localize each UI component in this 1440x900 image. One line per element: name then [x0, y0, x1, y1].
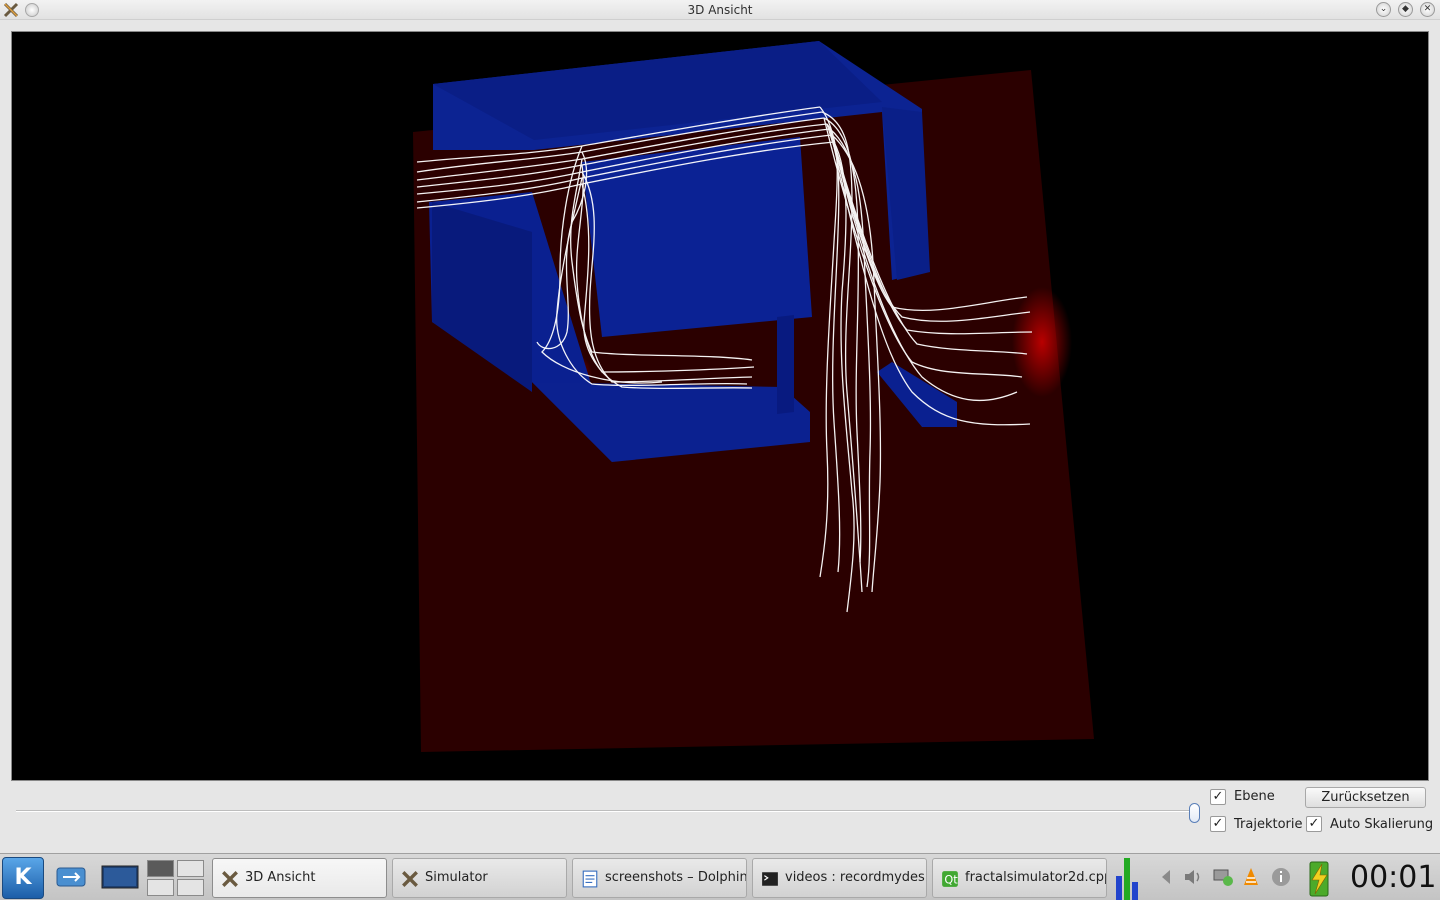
tray-expand-arrow-icon[interactable]: [1156, 866, 1178, 888]
reset-button[interactable]: Zurücksetzen: [1305, 787, 1426, 808]
task-label: videos : recordmydesktop: [785, 870, 926, 885]
close-button[interactable]: ✕: [1420, 2, 1435, 17]
3d-scene: [413, 41, 1094, 752]
system-monitor-icon[interactable]: [1114, 856, 1140, 900]
task-qt-creator[interactable]: Qt fractalsimulator2d.cpp: [932, 858, 1107, 898]
center-pillar: [777, 315, 794, 414]
task-label: fractalsimulator2d.cpp: [965, 870, 1107, 885]
check-icon: ✓: [1212, 816, 1224, 831]
view-controls: ✓ Ebene ✓ Trajektorie ✓ Auto Skalierung …: [0, 781, 1440, 853]
check-icon: ✓: [1212, 789, 1224, 804]
minimize-button[interactable]: ⌄: [1376, 2, 1391, 17]
desktop-3[interactable]: [147, 879, 174, 896]
device-notifier-icon[interactable]: [54, 862, 88, 892]
window-titlebar[interactable]: 3D Ansicht ⌄ ◆ ✕: [0, 0, 1440, 20]
task-simulator[interactable]: Simulator: [392, 858, 567, 898]
notifications-info-icon[interactable]: [1270, 866, 1292, 888]
volume-icon[interactable]: [1182, 866, 1204, 888]
dolphin-icon: [582, 870, 598, 888]
ebene-checkbox[interactable]: ✓: [1210, 789, 1226, 805]
virtual-desktop-pager[interactable]: [147, 860, 205, 896]
maximize-button[interactable]: ◆: [1398, 2, 1413, 17]
taskbar: K 3D Ansicht Simulator screenshots – Dol…: [0, 853, 1440, 900]
task-terminal[interactable]: videos : recordmydesktop: [752, 858, 927, 898]
kde-logo-icon: K: [14, 865, 32, 890]
task-dolphin[interactable]: screenshots – Dolphin: [572, 858, 747, 898]
chevron-down-icon: ⌄: [1379, 4, 1388, 14]
ebene-label: Ebene: [1234, 789, 1275, 804]
diamond-icon: ◆: [1402, 4, 1409, 14]
desktop-1[interactable]: [147, 860, 174, 877]
vlc-icon[interactable]: [1240, 866, 1262, 888]
3d-viewport[interactable]: [11, 31, 1429, 781]
task-label: Simulator: [425, 870, 488, 885]
x-app-icon: [222, 871, 238, 887]
application-launcher-button[interactable]: K: [2, 857, 44, 899]
heat-spot: [1012, 287, 1072, 397]
check-icon: ✓: [1308, 816, 1320, 831]
desktop-2[interactable]: [177, 860, 204, 877]
window-title: 3D Ansicht: [687, 3, 753, 17]
auto-skalierung-checkbox[interactable]: ✓: [1306, 816, 1322, 832]
trajektorie-checkbox[interactable]: ✓: [1210, 816, 1226, 832]
center-block: [582, 137, 812, 337]
network-icon[interactable]: [1212, 866, 1234, 888]
desktop-4[interactable]: [177, 879, 204, 896]
auto-skalierung-label: Auto Skalierung: [1330, 817, 1434, 832]
x-app-icon: [402, 871, 418, 887]
show-desktop-icon[interactable]: [100, 862, 140, 892]
battery-icon[interactable]: [1302, 858, 1336, 898]
close-icon: ✕: [1423, 4, 1432, 14]
task-3d-ansicht[interactable]: 3D Ansicht: [212, 858, 387, 898]
trajektorie-label: Trajektorie: [1234, 817, 1303, 832]
time-slider-track[interactable]: [16, 810, 1191, 812]
task-label: 3D Ansicht: [245, 870, 316, 885]
task-label: screenshots – Dolphin: [605, 870, 747, 885]
svg-text:Qt: Qt: [944, 874, 958, 887]
qt-creator-icon: Qt: [942, 871, 958, 887]
terminal-icon: [762, 872, 778, 886]
time-slider-handle[interactable]: [1189, 803, 1200, 823]
clock[interactable]: 00:01: [1350, 860, 1436, 895]
